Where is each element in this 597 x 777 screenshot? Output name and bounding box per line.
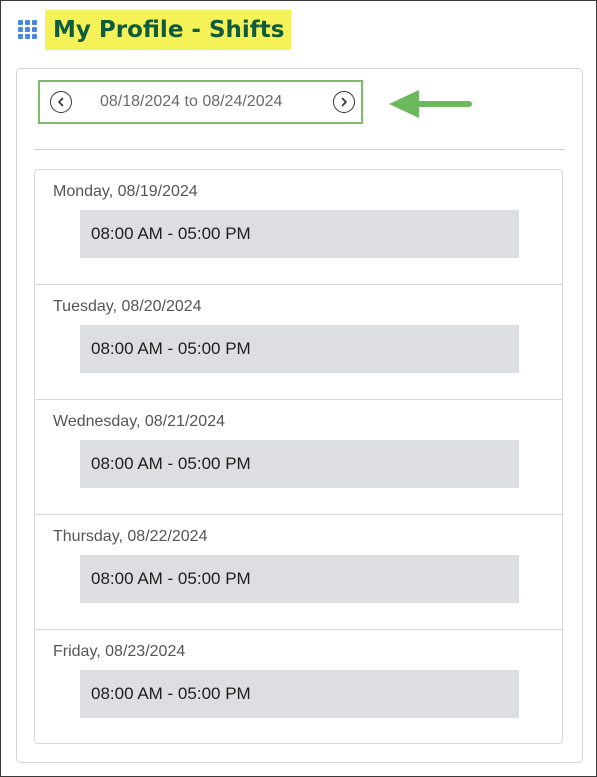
divider [34,149,565,150]
day-label: Thursday, 08/22/2024 [53,528,208,545]
day-row-friday: Friday, 08/23/2024 08:00 AM - 05:00 PM [35,630,562,743]
shift-time: 08:00 AM - 05:00 PM [91,339,251,358]
chevron-left-icon [58,97,64,107]
grid-icon[interactable] [18,20,38,40]
next-week-button[interactable] [333,91,355,113]
shift-block[interactable]: 08:00 AM - 05:00 PM [80,440,519,488]
shift-time: 08:00 AM - 05:00 PM [91,684,251,703]
day-label: Tuesday, 08/20/2024 [53,298,202,315]
page-header: My Profile - Shifts [18,10,291,50]
shift-time: 08:00 AM - 05:00 PM [91,454,251,473]
week-navigator: 08/18/2024 to 08/24/2024 [38,80,363,124]
day-label: Wednesday, 08/21/2024 [53,413,225,430]
shift-time: 08:00 AM - 05:00 PM [91,224,251,243]
screenshot-frame: My Profile - Shifts 08/18/2024 to 08/24/… [0,0,597,777]
shift-block[interactable]: 08:00 AM - 05:00 PM [80,670,519,718]
shift-block[interactable]: 08:00 AM - 05:00 PM [80,325,519,373]
shift-block[interactable]: 08:00 AM - 05:00 PM [80,555,519,603]
shifts-card: 08/18/2024 to 08/24/2024 Monday, 08/19/2… [16,68,583,763]
shift-block[interactable]: 08:00 AM - 05:00 PM [80,210,519,258]
shift-list: Monday, 08/19/2024 08:00 AM - 05:00 PM T… [34,169,563,744]
previous-week-button[interactable] [50,91,72,113]
week-range-label: 08/18/2024 to 08/24/2024 [100,93,283,110]
page-title: My Profile - Shifts [45,10,291,50]
pointer-arrow-icon [389,90,472,118]
day-row-monday: Monday, 08/19/2024 08:00 AM - 05:00 PM [35,170,562,285]
day-row-thursday: Thursday, 08/22/2024 08:00 AM - 05:00 PM [35,515,562,630]
day-row-tuesday: Tuesday, 08/20/2024 08:00 AM - 05:00 PM [35,285,562,400]
day-row-wednesday: Wednesday, 08/21/2024 08:00 AM - 05:00 P… [35,400,562,515]
chevron-right-icon [341,97,347,107]
day-label: Friday, 08/23/2024 [53,643,186,660]
shift-time: 08:00 AM - 05:00 PM [91,569,251,588]
day-label: Monday, 08/19/2024 [53,183,198,200]
